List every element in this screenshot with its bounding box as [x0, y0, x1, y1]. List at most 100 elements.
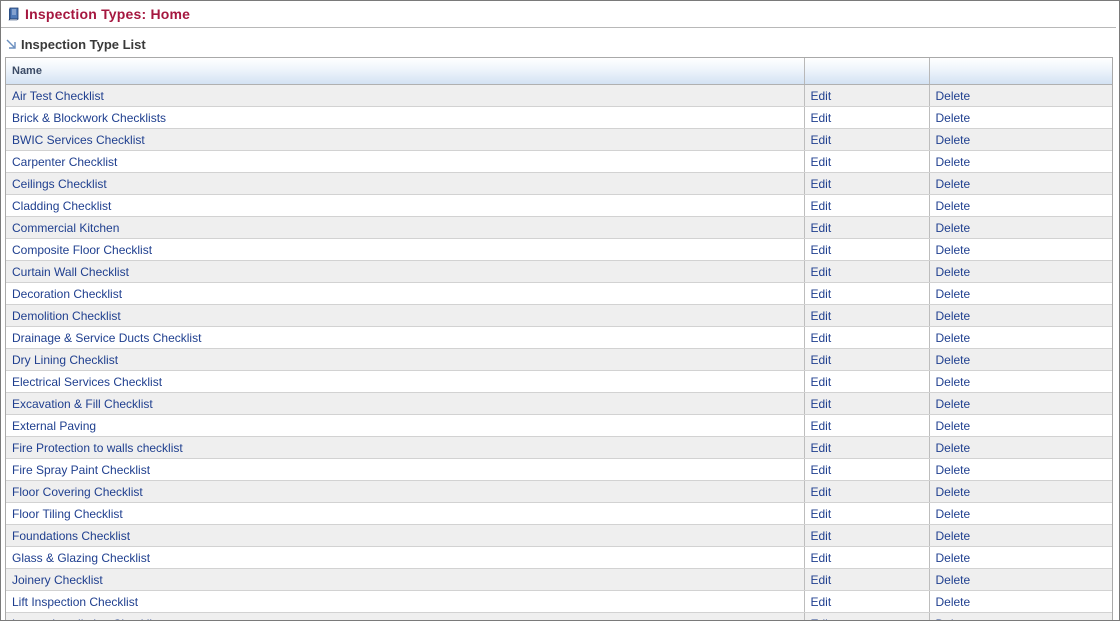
inspection-type-table: Name Air Test Checklist Edit Delete Brick &… — [5, 57, 1113, 621]
inspection-type-link[interactable]: Drainage & Service Ducts Checklist — [12, 331, 201, 345]
inspection-type-link[interactable]: Dry Lining Checklist — [12, 353, 118, 367]
inspection-type-link[interactable]: Louvre Installation Checklist — [12, 617, 161, 621]
edit-link[interactable]: Edit — [811, 419, 832, 433]
table-row: BWIC Services Checklist Edit Delete — [6, 128, 1112, 151]
edit-link[interactable]: Edit — [811, 265, 832, 279]
edit-link[interactable]: Edit — [811, 441, 832, 455]
delete-link[interactable]: Delete — [936, 397, 971, 411]
inspection-type-link[interactable]: Cladding Checklist — [12, 199, 111, 213]
edit-link[interactable]: Edit — [811, 617, 832, 621]
delete-link[interactable]: Delete — [936, 595, 971, 609]
inspection-type-link[interactable]: Floor Tiling Checklist — [12, 507, 123, 521]
name-cell: Curtain Wall Checklist — [6, 260, 805, 283]
inspection-type-link[interactable]: BWIC Services Checklist — [12, 133, 145, 147]
delete-cell: Delete — [929, 128, 1112, 151]
inspection-type-link[interactable]: Fire Spray Paint Checklist — [12, 463, 150, 477]
delete-link[interactable]: Delete — [936, 133, 971, 147]
table-row: External Paving Edit Delete — [6, 414, 1112, 437]
delete-link[interactable]: Delete — [936, 617, 971, 621]
delete-link[interactable]: Delete — [936, 551, 971, 565]
edit-link[interactable]: Edit — [811, 573, 832, 587]
edit-link[interactable]: Edit — [811, 551, 832, 565]
delete-cell: Delete — [929, 392, 1112, 415]
delete-link[interactable]: Delete — [936, 309, 971, 323]
edit-link[interactable]: Edit — [811, 155, 832, 169]
table-row: Glass & Glazing Checklist Edit Delete — [6, 546, 1112, 569]
inspection-type-link[interactable]: Joinery Checklist — [12, 573, 103, 587]
inspection-type-link[interactable]: Commercial Kitchen — [12, 221, 119, 235]
inspection-type-link[interactable]: Fire Protection to walls checklist — [12, 441, 183, 455]
delete-link[interactable]: Delete — [936, 573, 971, 587]
inspection-type-link[interactable]: Composite Floor Checklist — [12, 243, 152, 257]
edit-link[interactable]: Edit — [811, 177, 832, 191]
edit-link[interactable]: Edit — [811, 595, 832, 609]
edit-link[interactable]: Edit — [811, 309, 832, 323]
inspection-type-link[interactable]: Demolition Checklist — [12, 309, 121, 323]
edit-link[interactable]: Edit — [811, 507, 832, 521]
edit-link[interactable]: Edit — [811, 111, 832, 125]
delete-link[interactable]: Delete — [936, 199, 971, 213]
delete-cell: Delete — [929, 172, 1112, 195]
delete-link[interactable]: Delete — [936, 463, 971, 477]
edit-link[interactable]: Edit — [811, 221, 832, 235]
edit-cell: Edit — [804, 172, 930, 195]
delete-link[interactable]: Delete — [936, 485, 971, 499]
delete-link[interactable]: Delete — [936, 155, 971, 169]
inspection-type-link[interactable]: Carpenter Checklist — [12, 155, 117, 169]
name-cell: Fire Spray Paint Checklist — [6, 458, 805, 481]
delete-cell: Delete — [929, 612, 1112, 621]
table-row: Joinery Checklist Edit Delete — [6, 568, 1112, 591]
edit-link[interactable]: Edit — [811, 243, 832, 257]
column-header-delete — [929, 58, 1112, 85]
edit-link[interactable]: Edit — [811, 353, 832, 367]
delete-cell: Delete — [929, 524, 1112, 547]
inspection-type-link[interactable]: Decoration Checklist — [12, 287, 122, 301]
delete-link[interactable]: Delete — [936, 265, 971, 279]
delete-link[interactable]: Delete — [936, 243, 971, 257]
table-row: Demolition Checklist Edit Delete — [6, 304, 1112, 327]
name-cell: Lift Inspection Checklist — [6, 590, 805, 613]
delete-cell: Delete — [929, 84, 1112, 107]
inspection-type-link[interactable]: Foundations Checklist — [12, 529, 130, 543]
inspection-type-link[interactable]: External Paving — [12, 419, 96, 433]
inspection-type-link[interactable]: Electrical Services Checklist — [12, 375, 162, 389]
inspection-type-link[interactable]: Curtain Wall Checklist — [12, 265, 129, 279]
inspection-type-link[interactable]: Ceilings Checklist — [12, 177, 107, 191]
delete-link[interactable]: Delete — [936, 89, 971, 103]
inspection-type-link[interactable]: Glass & Glazing Checklist — [12, 551, 150, 565]
column-header-name[interactable]: Name — [6, 58, 805, 85]
name-cell: Drainage & Service Ducts Checklist — [6, 326, 805, 349]
inspection-type-link[interactable]: Lift Inspection Checklist — [12, 595, 138, 609]
edit-link[interactable]: Edit — [811, 463, 832, 477]
table-row: Composite Floor Checklist Edit Delete — [6, 238, 1112, 261]
delete-link[interactable]: Delete — [936, 111, 971, 125]
delete-link[interactable]: Delete — [936, 375, 971, 389]
edit-link[interactable]: Edit — [811, 89, 832, 103]
name-cell: Fire Protection to walls checklist — [6, 436, 805, 459]
name-cell: Commercial Kitchen — [6, 216, 805, 239]
edit-cell: Edit — [804, 568, 930, 591]
delete-link[interactable]: Delete — [936, 177, 971, 191]
delete-link[interactable]: Delete — [936, 221, 971, 235]
delete-link[interactable]: Delete — [936, 287, 971, 301]
name-cell: Electrical Services Checklist — [6, 370, 805, 393]
inspection-type-link[interactable]: Floor Covering Checklist — [12, 485, 143, 499]
delete-link[interactable]: Delete — [936, 331, 971, 345]
edit-link[interactable]: Edit — [811, 529, 832, 543]
edit-link[interactable]: Edit — [811, 133, 832, 147]
delete-link[interactable]: Delete — [936, 507, 971, 521]
edit-cell: Edit — [804, 128, 930, 151]
edit-link[interactable]: Edit — [811, 331, 832, 345]
inspection-type-link[interactable]: Air Test Checklist — [12, 89, 104, 103]
delete-link[interactable]: Delete — [936, 529, 971, 543]
edit-link[interactable]: Edit — [811, 287, 832, 301]
edit-link[interactable]: Edit — [811, 375, 832, 389]
inspection-type-link[interactable]: Excavation & Fill Checklist — [12, 397, 153, 411]
delete-link[interactable]: Delete — [936, 441, 971, 455]
delete-link[interactable]: Delete — [936, 353, 971, 367]
delete-link[interactable]: Delete — [936, 419, 971, 433]
edit-link[interactable]: Edit — [811, 485, 832, 499]
edit-link[interactable]: Edit — [811, 397, 832, 411]
edit-link[interactable]: Edit — [811, 199, 832, 213]
inspection-type-link[interactable]: Brick & Blockwork Checklists — [12, 111, 166, 125]
